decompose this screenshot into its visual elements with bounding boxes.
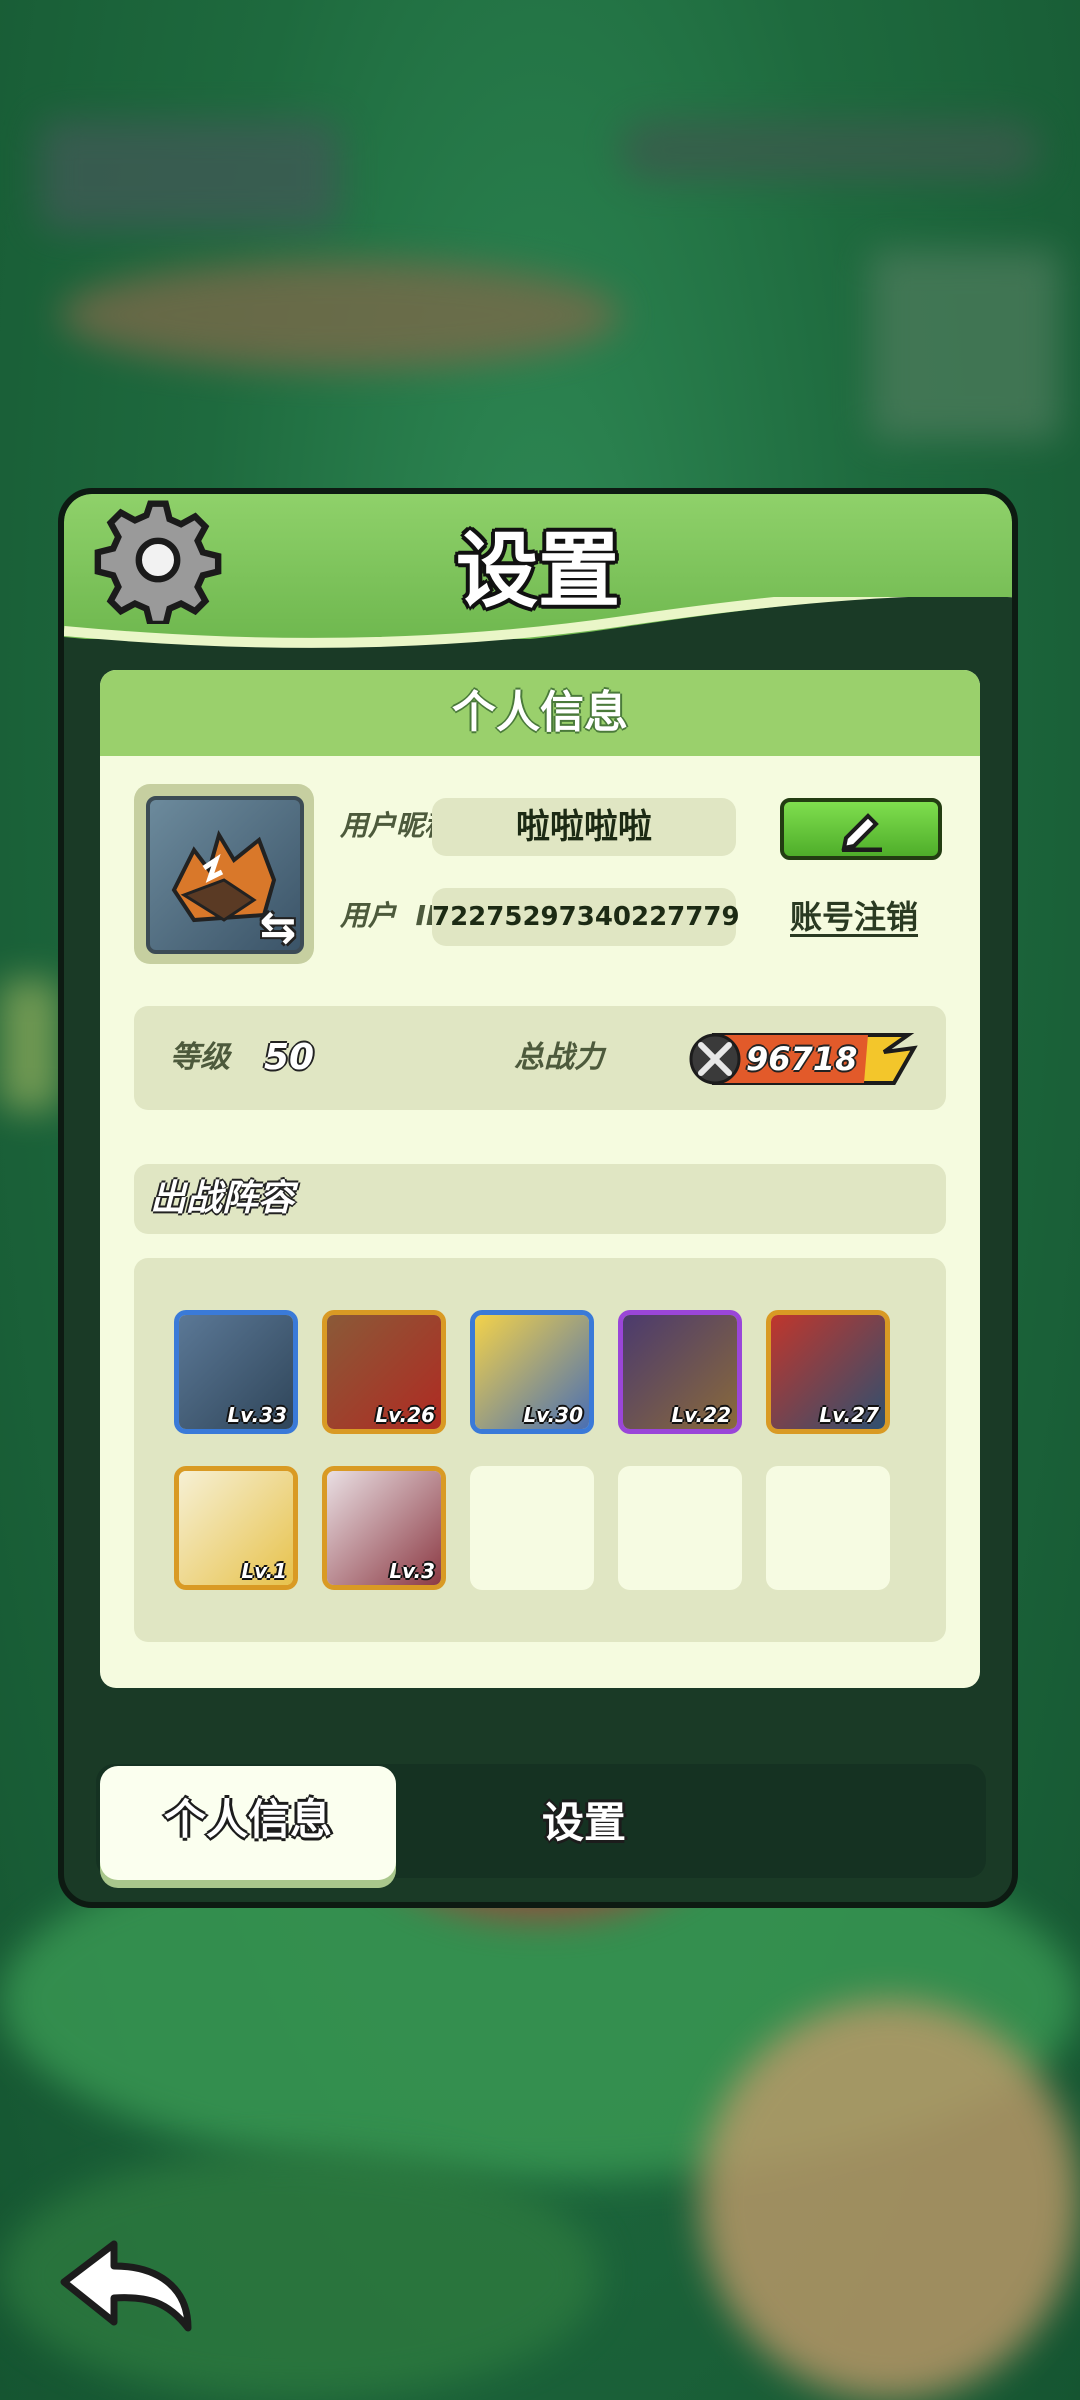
swap-arrows-icon[interactable]: ⇆ [250, 900, 300, 950]
level-value: 50 [264, 1037, 315, 1078]
power-label: 总战力 [514, 1040, 604, 1075]
level-label: 等级 [170, 1040, 230, 1075]
user-id-field: 72275297340227779 [432, 888, 740, 946]
back-arrow-icon[interactable] [56, 2236, 196, 2336]
hero-slot[interactable]: Lv.33 [174, 1310, 298, 1434]
dialog-header: 设置 [64, 494, 1012, 657]
empty-hero-slot[interactable] [618, 1466, 742, 1590]
hero-level: Lv.1 [241, 1559, 287, 1583]
tab-settings[interactable]: 设置 [484, 1766, 684, 1880]
hero-level: Lv.26 [375, 1403, 435, 1427]
section-header: 个人信息 [100, 670, 980, 756]
tab-profile[interactable]: 个人信息 [100, 1766, 396, 1880]
hero-level: Lv.30 [523, 1403, 583, 1427]
avatar-frame[interactable]: ⇆ [134, 784, 314, 964]
hero-level: Lv.33 [227, 1403, 287, 1427]
settings-dialog: 设置 个人信息 ⇆ 用户昵称 啦啦啦啦 用户 ID 72275297340227… [58, 488, 1018, 1908]
edit-nickname-button[interactable] [780, 798, 942, 860]
profile-card: 个人信息 ⇆ 用户昵称 啦啦啦啦 用户 ID 72275297340227779… [100, 670, 980, 1688]
nickname-field: 啦啦啦啦 [432, 798, 736, 856]
stats-row: 等级 50 总战力 96718 [134, 1006, 946, 1110]
power-value: 96718 [746, 1040, 858, 1078]
avatar[interactable]: ⇆ [146, 796, 304, 954]
lineup-header: 出战阵容 [134, 1164, 946, 1234]
hero-slot[interactable]: Lv.3 [322, 1466, 446, 1590]
hero-level: Lv.22 [671, 1403, 731, 1427]
hero-slot[interactable]: Lv.26 [322, 1310, 446, 1434]
hero-slot[interactable]: Lv.1 [174, 1466, 298, 1590]
empty-hero-slot[interactable] [766, 1466, 890, 1590]
pencil-icon [841, 813, 882, 852]
lineup-title: 出战阵容 [150, 1178, 295, 1219]
dialog-title: 设置 [455, 524, 620, 619]
hero-slot[interactable]: Lv.27 [766, 1310, 890, 1434]
hero-slot[interactable]: Lv.22 [618, 1310, 742, 1434]
hero-level: Lv.27 [819, 1403, 879, 1427]
lineup-grid: Lv.33 Lv.26 Lv.30 Lv.22 Lv.27 Lv.1 Lv.3 [134, 1258, 946, 1642]
delete-account-link[interactable]: 账号注销 [790, 892, 918, 938]
power-badge: 96718 [688, 1032, 920, 1086]
empty-hero-slot[interactable] [470, 1466, 594, 1590]
hero-slot[interactable]: Lv.30 [470, 1310, 594, 1434]
crossed-swords-icon [698, 1042, 732, 1076]
hero-level: Lv.3 [389, 1559, 435, 1583]
